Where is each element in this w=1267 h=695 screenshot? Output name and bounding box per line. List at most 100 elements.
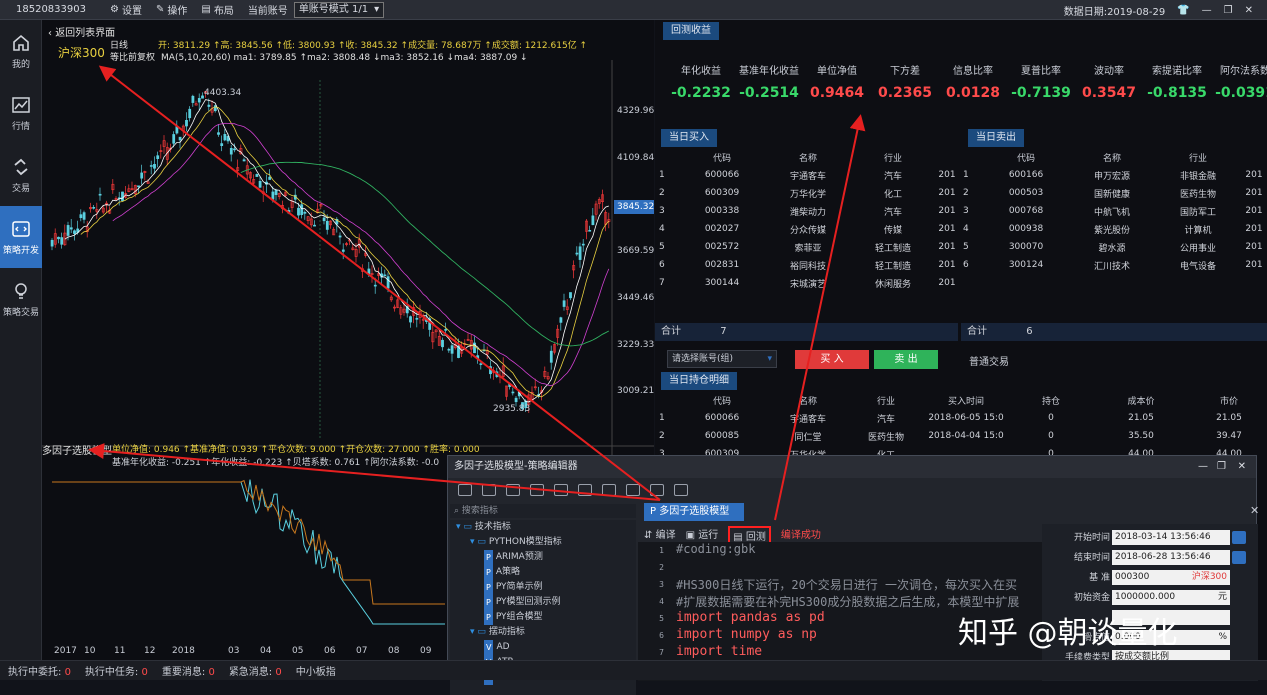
status-item[interactable]: 执行中委托: 0 (8, 663, 71, 678)
table-cell: 休闲服务 (874, 279, 911, 290)
param-input[interactable]: 1000000.000 元 (1112, 590, 1230, 605)
font-decrease-icon[interactable] (530, 484, 544, 496)
table-row[interactable]: 2 600309 万华化学 化工 201 (659, 184, 959, 202)
import-icon[interactable] (554, 484, 568, 496)
search-input[interactable]: ⌕ 搜索指标 (450, 504, 636, 518)
account-mode-select[interactable]: 单账号模式 1/1 ▾ (293, 1, 385, 18)
candle-body (511, 391, 515, 394)
export-icon[interactable] (578, 484, 592, 496)
tab-backtest-returns[interactable]: 回测收益 (663, 22, 719, 40)
param-input[interactable]: 000300 沪深300 (1112, 570, 1230, 585)
sidebar-item-strategy-trade[interactable]: 策略交易 (0, 268, 42, 330)
paste-icon[interactable] (626, 484, 640, 496)
status-item[interactable]: 重要消息: 0 (162, 663, 215, 678)
tab-holdings[interactable]: 当日持仓明细 (661, 372, 737, 390)
tab-today-sell[interactable]: 当日卖出 (968, 129, 1024, 147)
editor-tab[interactable]: P 多因子选股模型 (644, 503, 744, 521)
doc-icon[interactable] (650, 484, 664, 496)
settings-menu[interactable]: ⚙ 设置 (110, 2, 142, 17)
table-cell: 3 (963, 206, 969, 216)
buy-button[interactable]: 买 入 (795, 350, 869, 369)
table-row[interactable]: 7 300144 宋城演艺 休闲服务 201 (659, 274, 959, 292)
layout-menu[interactable]: ▤ 布局 (201, 2, 233, 17)
tree-node[interactable]: P A策略 (450, 565, 636, 580)
param-unit: 元 (1217, 592, 1227, 602)
tree-node[interactable]: V AD (450, 640, 636, 655)
status-item[interactable]: 中小板指 (296, 663, 336, 678)
param-input[interactable]: 2018-06-28 13:56:46 (1112, 550, 1230, 565)
editor-titlebar[interactable]: 多因子选股模型-策略编辑器 — ❐ ✕ (448, 456, 1256, 478)
close-icon[interactable]: ✕ (1238, 456, 1246, 478)
table-row[interactable]: 6 002831 裕同科技 轻工制造 201 (659, 256, 959, 274)
table-row[interactable]: 1 600166 申万宏源 非银金融 201 (963, 166, 1267, 184)
sidebar: 我的 行情 交易 策略开发 策略交易 (0, 20, 42, 660)
tree-node[interactable]: P PY模型回测示例 (450, 595, 636, 610)
account-select[interactable]: 请选择账号(组) ▾ (667, 350, 777, 368)
restore-icon[interactable]: ❐ (1217, 456, 1226, 478)
table-row[interactable]: 4 002027 分众传媒 传媒 201 (659, 220, 959, 238)
status-item[interactable]: 紧急消息: 0 (229, 663, 282, 678)
low-label: 2935.83 (493, 404, 531, 414)
tree-node[interactable]: ▾ ▭ PYTHON模型指标 (450, 535, 636, 550)
sidebar-item-trade[interactable]: 交易 (0, 144, 42, 206)
sell-button[interactable]: 卖 出 (874, 350, 938, 369)
status-item[interactable]: 执行中任务: 0 (85, 663, 148, 678)
table-row[interactable]: 3 000338 潍柴动力 汽车 201 (659, 202, 959, 220)
metric-value: 0.2365 (877, 85, 933, 101)
candlestick-series (50, 91, 611, 413)
x-tick: 06 (324, 646, 336, 656)
close-icon[interactable]: ✕ (1245, 5, 1253, 16)
font-increase-icon[interactable] (506, 484, 520, 496)
table-row[interactable]: 5 002572 索菲亚 轻工制造 201 (659, 238, 959, 256)
save-icon[interactable] (458, 484, 472, 496)
code-line[interactable]: #coding:gbk (676, 542, 755, 556)
calendar-icon[interactable] (1232, 551, 1246, 564)
table-row[interactable]: 6 300124 汇川技术 电气设备 201 (963, 256, 1267, 274)
metric-item: 单位净值 0.9464 (803, 62, 871, 101)
table-cell: 201 (938, 188, 956, 198)
metric-item: 基准年化收益 -0.2514 (735, 62, 803, 101)
operate-menu[interactable]: ✎ 操作 (156, 2, 187, 17)
minimize-icon[interactable]: — (1202, 5, 1212, 16)
copy-icon[interactable] (602, 484, 616, 496)
candle-body (450, 345, 454, 354)
tab-today-buy[interactable]: 当日买入 (661, 129, 717, 147)
settings-icon[interactable] (674, 484, 688, 496)
chevron-down-icon: ▾ (374, 3, 380, 15)
sidebar-item-strategy-dev[interactable]: 策略开发 (0, 206, 42, 268)
code-line[interactable]: #HS300日线下运行，20个交易日进行 一次调仓，每次买入在买 (676, 576, 1017, 593)
param-label: 基 准 (1089, 573, 1110, 583)
candle-body (479, 363, 483, 365)
table-row[interactable]: 2 600085 同仁堂 医药生物 2018-04-04 15:0 0 35.50 39.47 (659, 427, 1267, 445)
sidebar-item-mine[interactable]: 我的 (0, 20, 42, 82)
tree-node[interactable]: ▾ ▭ 技术指标 (450, 520, 636, 535)
table-cell: 4 (659, 224, 665, 234)
code-line[interactable]: import pandas as pd (676, 610, 825, 625)
table-row[interactable]: 4 000938 紫光股份 计算机 201 (963, 220, 1267, 238)
metric-label: 单位净值 (817, 66, 857, 77)
shirt-icon[interactable]: 👕 (1177, 5, 1189, 16)
table-cell: 201 (938, 278, 956, 288)
candle-body (233, 148, 236, 151)
table-row[interactable]: 3 000768 中航飞机 国防军工 201 (963, 202, 1267, 220)
table-row[interactable]: 5 300070 碧水源 公用事业 201 (963, 238, 1267, 256)
minimize-icon[interactable]: — (1198, 456, 1208, 478)
save-all-icon[interactable] (482, 484, 496, 496)
table-row[interactable]: 1 600066 宇通客车 汽车 201 (659, 166, 959, 184)
tree-node[interactable]: P ARIMA预测 (450, 550, 636, 565)
table-cell: 201 (1245, 170, 1263, 180)
close-tab-icon[interactable]: ✕ (1250, 504, 1259, 517)
trade-mode[interactable]: 普通交易 (969, 353, 1009, 368)
tree-node[interactable]: P PY简单示例 (450, 580, 636, 595)
table-row[interactable]: 1 600066 宇通客车 汽车 2018-06-05 15:0 0 21.05 21.05 (659, 409, 1267, 427)
tree-node[interactable]: ▾ ▭ 摆动指标 (450, 625, 636, 640)
sidebar-item-market[interactable]: 行情 (0, 82, 42, 144)
code-line[interactable]: import numpy as np (676, 627, 817, 642)
calendar-icon[interactable] (1232, 531, 1246, 544)
code-line[interactable]: import time (676, 644, 762, 659)
restore-icon[interactable]: ❐ (1224, 5, 1233, 16)
table-row[interactable]: 2 000503 国新健康 医药生物 201 (963, 184, 1267, 202)
param-input[interactable]: 2018-03-14 13:56:46 (1112, 530, 1230, 545)
table-cell: 宇通客车 (789, 171, 826, 182)
tree-node[interactable]: P PY组合模型 (450, 610, 636, 625)
